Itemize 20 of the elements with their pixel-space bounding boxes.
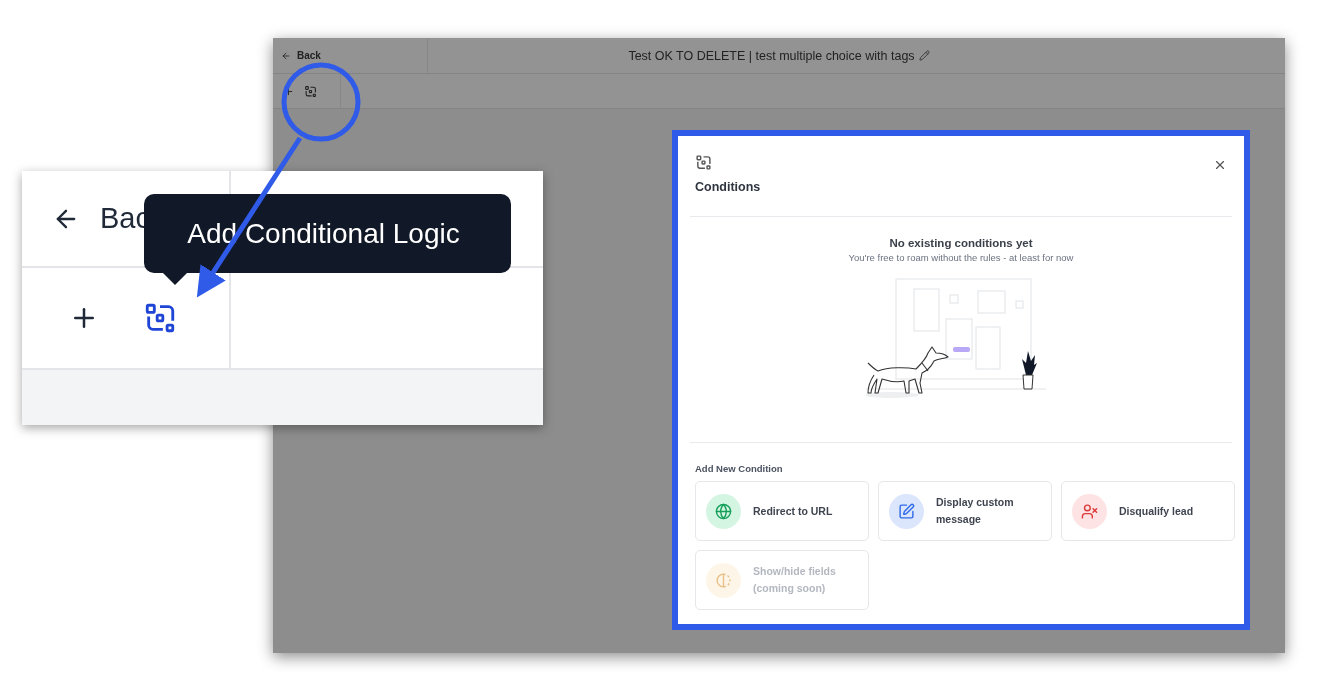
conditional-logic-icon bbox=[143, 301, 177, 335]
condition-option[interactable]: Disqualify lead bbox=[1061, 481, 1235, 541]
empty-state-title: No existing conditions yet bbox=[889, 237, 1033, 249]
user-x-icon bbox=[1081, 502, 1098, 520]
conditions-icon bbox=[695, 154, 712, 171]
section-heading: Add New Condition bbox=[694, 462, 784, 476]
back-arrow-icon bbox=[281, 50, 291, 61]
half-circle-icon bbox=[715, 571, 732, 589]
pencil-icon[interactable] bbox=[918, 50, 930, 61]
globe-icon bbox=[715, 502, 732, 520]
tooltip-pointer bbox=[162, 272, 188, 285]
condition-option[interactable]: Display custom message bbox=[878, 481, 1052, 541]
form-title: Test OK TO DELETE | test multiple choice with tags bbox=[628, 48, 915, 63]
back-link[interactable]: Back bbox=[273, 38, 428, 73]
conditional-logic-button[interactable] bbox=[304, 84, 317, 98]
empty-state-subtitle: You're free to roam without the rules - at least for now bbox=[848, 252, 1074, 263]
dialog-title: Conditions bbox=[695, 180, 761, 194]
close-button[interactable] bbox=[1213, 158, 1227, 172]
condition-option[interactable]: Redirect to URL bbox=[695, 481, 869, 541]
pencil-square-icon bbox=[898, 502, 915, 520]
